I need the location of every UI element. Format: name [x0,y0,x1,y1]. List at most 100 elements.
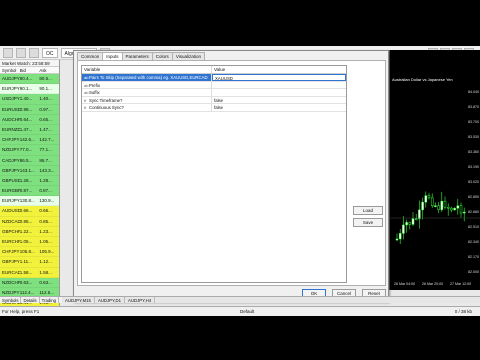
input-value-field[interactable]: false [212,97,346,104]
market-watch-row[interactable]: AUDCHF 0.64... 0.65... [0,114,59,125]
row-bid: 1.05... [19,239,33,244]
row-ask: 143.3... [39,167,55,173]
price-label: 82.680 [468,210,479,214]
input-value-field[interactable]: false [212,104,346,111]
market-watch-row[interactable]: USDJPY 1.40... 1.40... [0,94,59,105]
new-chart-icon[interactable] [3,47,13,58]
market-watch-row[interactable]: EURUSD 0.98... 0.97... [0,104,59,115]
market-watch-row[interactable]: GBPJPY 1.11... 1.12... [0,257,59,268]
header-bid[interactable]: Bid [20,67,40,73]
row-bid: 130.8... [19,198,35,204]
market-watch-tab[interactable]: Trading [40,297,60,303]
market-watch-row[interactable]: AUDUSD 0.66... 0.66... [0,206,59,217]
row-bid: 1.28... [19,177,33,183]
input-variable-name: Prefix [89,82,100,88]
status-help: For Help, press F1 [2,309,40,314]
load-button[interactable]: Load [353,206,383,215]
input-variable: abPairs To Skip (Separated with comma) e… [82,74,212,81]
row-symbol: EURJPY [2,86,20,92]
market-watch-tab[interactable]: Symbols [0,297,22,303]
market-watch-row[interactable]: EURJPY 90.1... 90.1... [0,84,59,95]
header-symbol[interactable]: Symbol [0,67,20,73]
market-watch-row[interactable]: EURCAD 1.58... 1.58... [0,267,59,278]
input-value-field[interactable] [212,82,346,89]
dialog-tab-visualization[interactable]: Visualization [171,52,205,60]
market-watch-row[interactable]: CHFJPY 142.6... 142.7... [0,135,59,146]
market-watch-row[interactable]: GBPUSD 1.28... 1.28... [0,175,59,187]
row-ask: 1.12... [39,259,52,265]
date-label: 27 Mar 12:00 [450,282,472,286]
inputs-grid: Variable Value abPairs To Skip (Separate… [81,65,347,283]
row-bid: 0.66... [19,208,33,214]
trading-terminal: OC Algo Trading Market Watch: 23:58:59 S… [0,46,480,316]
market-watch-rows: AUDJPY 80.4... 80.5... EURJPY 90.1... 90.1...… [0,74,59,308]
profiles-icon[interactable] [16,47,26,58]
status-profile: Default [240,309,255,314]
row-bid: 0.63... [19,279,33,285]
price-chart[interactable]: Australian Dollar vs Japanese Yen 84.040… [389,50,480,290]
market-watch-row[interactable]: GBPCHF 1.22... 1.23... [0,226,59,237]
header-ask[interactable]: Ask [39,67,59,73]
oc-button[interactable]: OC [42,47,58,58]
save-button[interactable]: Save [353,218,383,227]
dialog-tab-common[interactable]: Common [77,52,104,60]
input-variable: abSuffix [82,89,212,96]
row-bid: 0.98... [19,106,33,112]
price-label: 82.000 [468,270,479,274]
price-label: 83.530 [468,135,479,139]
price-label: 84.040 [468,90,479,94]
candle-body [437,205,440,210]
candle-body [446,206,450,209]
dialog-tab-parameters[interactable]: Parameters [121,52,153,60]
candle-body [405,222,408,226]
input-variable-name: Continuous Sync? [89,105,124,110]
dialog-tab-colors[interactable]: Colors [151,52,173,60]
market-watch-row[interactable]: NZDCAD 0.85... 0.85... [0,216,59,227]
market-watch-row[interactable]: EURCHF 1.05... 1.05... [0,237,59,248]
chart-tab[interactable]: AUDJPY,H4 [125,297,156,303]
input-row[interactable]: tf Continuous Sync? false [82,104,346,112]
dialog-tabs: Common Inputs Parameters Colors Visualizatio… [77,52,205,60]
row-bid: 1.47... [19,126,33,132]
candle-body [421,201,424,211]
row-symbol: AUDCHF [2,116,20,122]
market-watch-row[interactable]: EURJPY 130.8... 130.9... [0,196,59,207]
row-symbol: CADJPY [2,157,20,163]
input-row[interactable]: abSuffix [82,89,346,97]
row-ask: 130.9... [39,198,55,204]
row-ask: 142.7... [39,137,55,143]
chart-tab[interactable]: AUDJPY,M15 [62,297,95,303]
market-watch-row[interactable]: CHFJPY 105.8... 105.9... [0,247,59,258]
input-row[interactable]: abPrefix [82,81,346,89]
input-variable: tf Sync Timeframe? [82,96,212,103]
market-watch-row[interactable]: GBPJPY 143.1... 143.3... [0,165,59,176]
row-ask: 0.65... [39,116,52,122]
input-value-field[interactable] [212,89,346,96]
row-bid: 1.40... [19,96,33,102]
market-watch-row[interactable]: EURNZD 1.47... 1.47... [0,124,59,136]
market-watch-tabs: Symbols Details Trading [0,296,62,303]
market-watch-row[interactable]: EURGBP 0.87... 0.87... [0,186,59,197]
row-symbol: EURCHF [2,239,20,244]
market-watch-row[interactable]: AUDJPY 80.4... 80.5... [0,74,59,85]
candle-body [456,205,460,209]
market-watch-row[interactable]: NZDCHF 0.63... 0.63... [0,277,59,288]
input-variable: abPrefix [82,81,212,88]
market-watch-row[interactable]: NZDJPY 77.0... 77.1... [0,145,59,156]
row-bid: 1.58... [19,269,33,275]
input-value-field[interactable]: XAUUSD [212,74,346,81]
candle-body [427,195,431,199]
candle-body [430,197,434,206]
dialog-tab-inputs[interactable]: Inputs [102,52,123,60]
row-bid: 86.5... [19,157,33,163]
input-row[interactable]: tf Sync Timeframe? false [82,96,346,104]
market-watch-tab[interactable]: Details [21,297,40,303]
market-watch-row[interactable]: CADJPY 86.5... 86.7... [0,155,59,166]
input-row[interactable]: abPairs To Skip (Separated with comma) e… [82,74,346,82]
price-label: 83.870 [468,105,479,109]
chart-tab[interactable]: AUDJPY,D1 [95,297,126,303]
row-ask: 1.23... [39,228,52,234]
market-watch-icon[interactable] [29,47,39,58]
row-bid: 80.4... [19,76,33,81]
row-ask: 77.1... [39,147,52,153]
